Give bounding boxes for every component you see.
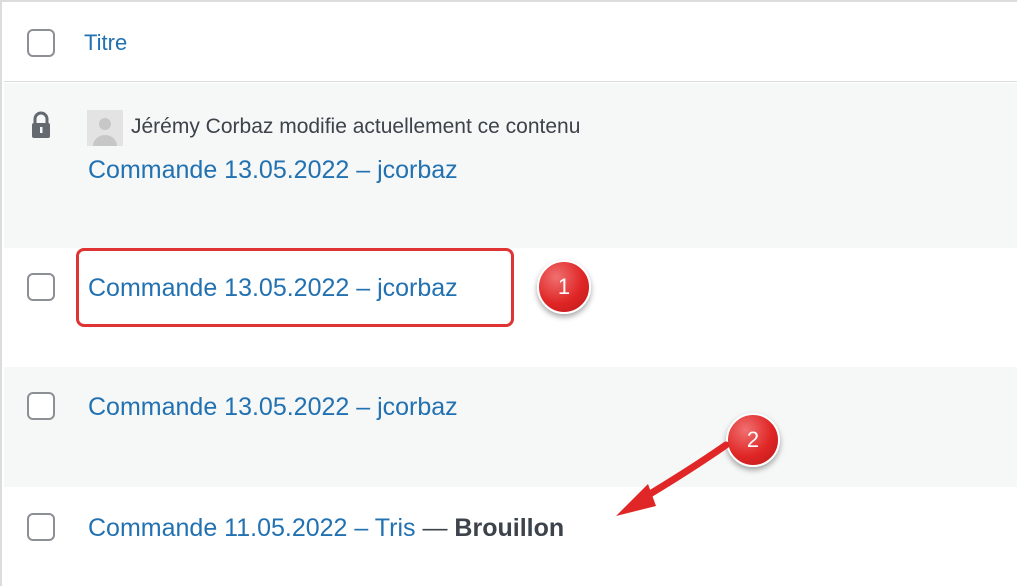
post-title-link[interactable]: Commande 13.05.2022 – jcorbaz <box>88 393 458 422</box>
row-checkbox[interactable] <box>27 392 55 420</box>
table-header-row: Titre <box>4 2 1017 82</box>
step-badge-2: 2 <box>726 413 780 467</box>
table-row: Commande 13.05.2022 – jcorbaz <box>4 367 1017 487</box>
post-title-link[interactable]: Commande 13.05.2022 – jcorbaz <box>88 156 458 185</box>
table-row-locked: Jérémy Corbaz modifie actuellement ce co… <box>4 83 1017 248</box>
column-header-title[interactable]: Titre <box>84 30 127 56</box>
table-row: Commande 11.05.2022 – Tris — Brouillon <box>4 487 1017 586</box>
select-all-checkbox[interactable] <box>27 29 55 57</box>
post-title-line: Commande 11.05.2022 – Tris — Brouillon <box>88 514 564 543</box>
highlight-box <box>76 248 514 327</box>
post-title-link[interactable]: Commande 11.05.2022 – Tris <box>88 514 416 542</box>
avatar <box>87 110 123 146</box>
lock-icon <box>32 111 50 138</box>
row-checkbox[interactable] <box>27 273 55 301</box>
row-checkbox[interactable] <box>27 513 55 541</box>
step-badge-1: 1 <box>537 260 591 314</box>
post-status-label: Brouillon <box>454 514 565 542</box>
title-status-separator: — <box>415 514 455 542</box>
lock-message: Jérémy Corbaz modifie actuellement ce co… <box>131 115 581 138</box>
